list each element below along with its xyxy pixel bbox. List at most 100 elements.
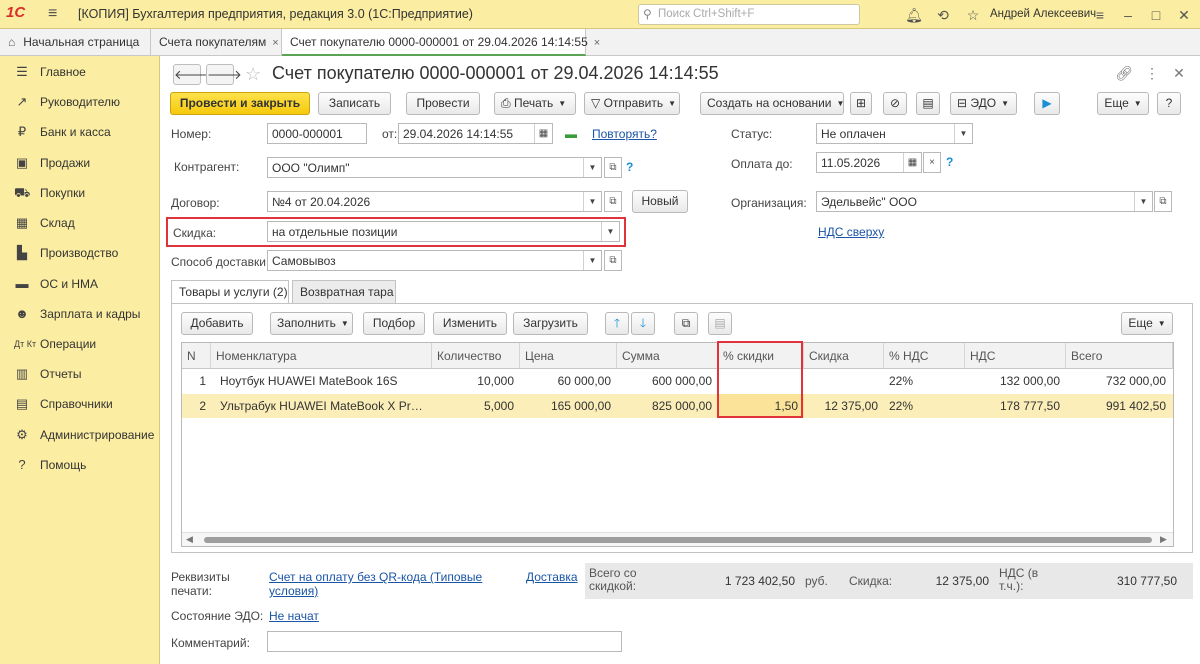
chevron-down-icon[interactable]: ▼ xyxy=(954,124,972,143)
close-icon[interactable]: ✕ xyxy=(1174,5,1194,25)
scroll-right-icon[interactable]: ▶ xyxy=(1160,534,1167,545)
sidebar-item-assets[interactable]: ▬ ОС и НМА xyxy=(0,273,160,295)
sidebar-item-production[interactable]: ▙ Производство xyxy=(0,242,160,264)
open-icon[interactable]: ⧉ xyxy=(604,250,622,271)
paste-icon[interactable]: ▤ xyxy=(708,312,732,335)
delivery-link[interactable]: Доставка xyxy=(526,570,578,584)
column-header[interactable]: Количество xyxy=(432,343,520,369)
vat-link[interactable]: НДС сверху xyxy=(818,225,884,239)
column-header[interactable]: Всего xyxy=(1066,343,1173,369)
column-header[interactable]: Цена xyxy=(520,343,617,369)
delivery-select[interactable]: Самовывоз ▼ xyxy=(267,250,602,271)
post-button[interactable]: Провести xyxy=(406,92,480,115)
structure-icon[interactable]: ⊞ xyxy=(850,92,872,115)
scroll-left-icon[interactable]: ◀ xyxy=(186,534,193,545)
create-based-on-button[interactable]: Создать на основании ▼ xyxy=(700,92,844,115)
sidebar-item-operations[interactable]: Дт Кт Операции xyxy=(0,333,160,355)
maximize-icon[interactable]: □ xyxy=(1146,5,1166,25)
chevron-down-icon[interactable]: ▼ xyxy=(601,222,619,241)
copy-icon[interactable]: ⧉ xyxy=(674,312,698,335)
move-down-icon[interactable]: 🡓 xyxy=(631,312,655,335)
settings-menu-icon[interactable]: ≡ xyxy=(1090,5,1110,25)
comment-field[interactable] xyxy=(267,631,622,652)
connect-icon[interactable]: ▶ xyxy=(1034,92,1060,115)
tab-invoices-list[interactable]: Счета покупателям × xyxy=(151,29,282,56)
sidebar-item-bank[interactable]: ₽ Банк и касса xyxy=(0,121,160,143)
sidebar-item-reports[interactable]: ▥ Отчеты xyxy=(0,363,160,385)
new-contract-button[interactable]: Новый xyxy=(632,190,688,213)
tab-home[interactable]: ⌂ Начальная страница xyxy=(0,29,151,56)
sidebar-item-main[interactable]: ☰ Главное xyxy=(0,61,160,83)
pick-button[interactable]: Подбор xyxy=(363,312,425,335)
column-header[interactable]: N xyxy=(182,343,211,369)
close-icon[interactable]: ✕ xyxy=(1170,64,1188,82)
more-button[interactable]: Еще ▼ xyxy=(1097,92,1149,115)
edo-state-link[interactable]: Не начат xyxy=(269,609,319,623)
edo-button[interactable]: ⊟ ЭДО ▼ xyxy=(950,92,1017,115)
move-up-icon[interactable]: 🡑 xyxy=(605,312,629,335)
sidebar-item-manager[interactable]: ↗ Руководителю xyxy=(0,91,160,113)
search-input[interactable]: ⚲ Поиск Ctrl+Shift+F xyxy=(638,4,860,25)
horizontal-scrollbar[interactable]: ◀ ▶ xyxy=(182,532,1173,546)
organization-field[interactable]: Эдельвейс" ООО ▼ xyxy=(816,191,1153,212)
date-field[interactable]: 29.04.2026 14:14:55 ▦ xyxy=(398,123,553,144)
forward-button[interactable]: 🡒 xyxy=(206,64,242,85)
sidebar-item-admin[interactable]: ⚙ Администрирование xyxy=(0,424,160,446)
more-vertical-icon[interactable]: ⋮ xyxy=(1143,64,1161,82)
tab-returnable-packaging[interactable]: Возвратная тара xyxy=(292,280,396,304)
change-button[interactable]: Изменить xyxy=(433,312,507,335)
pay-until-field[interactable]: 11.05.2026 ▦ xyxy=(816,152,922,173)
link-icon[interactable]: 🔗︎ xyxy=(1115,64,1133,82)
minimize-icon[interactable]: – xyxy=(1118,5,1138,25)
calendar-icon[interactable]: ▦ xyxy=(903,153,921,172)
help-icon[interactable]: ? xyxy=(946,155,953,169)
chevron-down-icon[interactable]: ▼ xyxy=(583,192,601,211)
sidebar-item-warehouse[interactable]: ▦ Склад xyxy=(0,212,160,234)
favorite-star-icon[interactable]: ☆ xyxy=(245,64,261,85)
save-button[interactable]: Записать xyxy=(318,92,391,115)
send-button[interactable]: ▽ Отправить ▼ xyxy=(584,92,680,115)
help-button[interactable]: ? xyxy=(1157,92,1181,115)
bell-icon[interactable]: 🔔︎ xyxy=(904,5,924,25)
add-row-button[interactable]: Добавить xyxy=(181,312,253,335)
open-icon[interactable]: ⧉ xyxy=(604,157,622,178)
table-row[interactable]: 1 Ноутбук HUAWEI MateBook 16S 10,000 60 … xyxy=(182,369,1173,393)
sidebar-item-salary[interactable]: ☻ Зарплата и кадры xyxy=(0,303,160,325)
contract-field[interactable]: №4 от 20.04.2026 ▼ xyxy=(267,191,602,212)
sidebar-item-help[interactable]: ? Помощь xyxy=(0,454,160,476)
scrollbar-thumb[interactable] xyxy=(204,537,1152,543)
column-header[interactable]: Скидка xyxy=(804,343,884,369)
close-tab-icon[interactable]: × xyxy=(594,37,600,49)
tab-goods[interactable]: Товары и услуги (2) xyxy=(171,280,289,305)
status-select[interactable]: Не оплачен ▼ xyxy=(816,123,973,144)
list-icon[interactable]: ▤ xyxy=(916,92,940,115)
chevron-down-icon[interactable]: ▼ xyxy=(583,251,601,270)
favorites-icon[interactable]: ☆ xyxy=(963,5,983,25)
open-icon[interactable]: ⧉ xyxy=(1154,191,1172,212)
sidebar-item-purchases[interactable]: ⛟ Покупки xyxy=(0,182,160,204)
fill-button[interactable]: Заполнить ▼ xyxy=(270,312,353,335)
back-button[interactable]: 🡐 xyxy=(173,64,209,85)
chevron-down-icon[interactable]: ▼ xyxy=(1134,192,1152,211)
column-header[interactable]: Сумма xyxy=(617,343,718,369)
table-row[interactable]: 2 Ультрабук HUAWEI MateBook X Pro ... 5,… xyxy=(182,394,1173,418)
column-header[interactable]: Номенклатура xyxy=(211,343,432,369)
main-menu-icon[interactable]: ≡ xyxy=(48,5,66,23)
tab-invoice[interactable]: Счет покупателю 0000-000001 от 29.04.202… xyxy=(282,29,600,56)
print-button[interactable]: ⎙ Печать ▼ xyxy=(494,92,576,115)
sidebar-item-sales[interactable]: ▣ Продажи xyxy=(0,152,160,174)
calendar-icon[interactable]: ▦ xyxy=(534,124,552,143)
load-button[interactable]: Загрузить xyxy=(513,312,588,335)
user-name[interactable]: Андрей Алексеевич xyxy=(990,8,1096,20)
number-field[interactable]: 0000-000001 xyxy=(267,123,367,144)
column-header[interactable]: НДС xyxy=(965,343,1066,369)
history-icon[interactable]: ⟲ xyxy=(933,5,953,25)
column-header[interactable]: % НДС xyxy=(884,343,965,369)
sidebar-item-catalogs[interactable]: ▤ Справочники xyxy=(0,393,160,415)
close-tab-icon[interactable]: × xyxy=(272,37,278,49)
counterparty-field[interactable]: ООО "Олимп" ▼ xyxy=(267,157,602,178)
repeat-link[interactable]: Повторять? xyxy=(592,127,657,141)
help-icon[interactable]: ? xyxy=(626,160,633,174)
table-more-button[interactable]: Еще ▼ xyxy=(1121,312,1173,335)
discount-select[interactable]: на отдельные позиции ▼ xyxy=(267,221,620,242)
